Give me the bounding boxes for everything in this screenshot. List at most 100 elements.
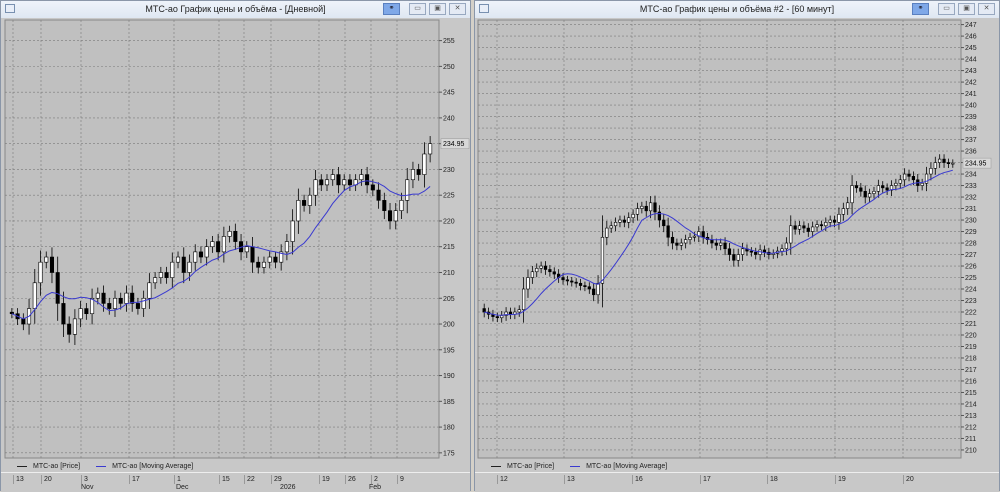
- y-tick-label: 245: [443, 90, 455, 97]
- last-price-label: 234.95: [965, 161, 987, 168]
- legend: МТС-ао [Price] МТС-ао [Moving Average]: [1, 461, 470, 473]
- candle: [622, 219, 626, 223]
- candle: [72, 318, 77, 335]
- candle: [210, 241, 215, 248]
- price-chart[interactable]: 2472462452442432422412402392382372362352…: [475, 18, 999, 461]
- minimize-button[interactable]: ▭: [938, 3, 955, 15]
- candle: [631, 213, 635, 219]
- title-bar[interactable]: МТС-ао График цены и объёма - [Дневной] …: [1, 1, 470, 18]
- maximize-button[interactable]: ▣: [429, 3, 446, 15]
- y-tick-label: 221: [965, 321, 977, 328]
- candle: [307, 194, 312, 206]
- candle: [951, 162, 955, 165]
- candle: [832, 219, 837, 223]
- candle: [284, 241, 289, 253]
- candle: [9, 311, 14, 315]
- candle: [244, 246, 249, 253]
- candle: [837, 213, 841, 223]
- candle: [118, 297, 123, 304]
- date-tick: 15: [219, 475, 230, 484]
- date-tick: 12: [497, 475, 508, 484]
- candle: [824, 222, 828, 227]
- candle: [903, 173, 907, 181]
- candle: [135, 303, 140, 309]
- candle: [789, 225, 793, 244]
- y-tick-label: 229: [965, 229, 977, 236]
- candle: [107, 303, 112, 309]
- legend-moving-average: МТС-ао [Moving Average]: [570, 463, 667, 470]
- candle: [802, 225, 806, 229]
- candle: [587, 286, 591, 290]
- candle: [227, 230, 232, 237]
- last-price-label: 234.95: [443, 141, 465, 148]
- candle: [684, 239, 688, 244]
- candle: [570, 280, 574, 283]
- y-tick-label: 237: [965, 137, 977, 144]
- candle: [526, 277, 530, 290]
- y-tick-label: 219: [965, 344, 977, 351]
- candle: [535, 268, 539, 273]
- candle: [736, 254, 740, 261]
- date-tick: 19: [835, 475, 846, 484]
- candle: [688, 236, 692, 240]
- candle: [784, 242, 788, 250]
- candle: [176, 256, 181, 263]
- date-tick: 2: [371, 475, 378, 484]
- window-icon: [479, 4, 489, 13]
- candle: [872, 190, 876, 194]
- candle: [256, 261, 261, 268]
- y-tick-label: 212: [965, 424, 977, 431]
- y-tick-label: 245: [965, 45, 977, 52]
- price-chart[interactable]: 2552502452402352302252202152102052001951…: [1, 18, 470, 461]
- y-tick-label: 217: [965, 367, 977, 374]
- link-button[interactable]: ⚭: [383, 3, 400, 15]
- y-tick-label: 220: [443, 218, 455, 225]
- close-button[interactable]: ✕: [978, 3, 995, 15]
- candle: [410, 169, 415, 181]
- y-tick-label: 180: [443, 425, 455, 432]
- candle: [95, 292, 100, 299]
- y-tick-label: 215: [965, 390, 977, 397]
- candle: [273, 256, 278, 263]
- candle: [32, 282, 37, 309]
- minimize-button[interactable]: ▭: [409, 3, 426, 15]
- y-tick-label: 230: [443, 167, 455, 174]
- candle: [508, 311, 513, 315]
- candle: [49, 256, 54, 273]
- candle: [714, 242, 718, 246]
- maximize-button[interactable]: ▣: [958, 3, 975, 15]
- candle: [198, 251, 203, 258]
- candle: [187, 261, 192, 273]
- candle: [662, 219, 666, 227]
- candle: [841, 208, 845, 215]
- y-tick-label: 210: [965, 447, 977, 454]
- y-tick-label: 210: [443, 270, 455, 277]
- title-bar[interactable]: МТС-ао График цены и объёма #2 - [60 мин…: [475, 1, 999, 18]
- window-title: МТС-ао График цены и объёма #2 - [60 мин…: [639, 4, 835, 14]
- y-tick-label: 224: [965, 287, 977, 294]
- candle: [692, 235, 697, 238]
- y-tick-label: 226: [965, 264, 977, 271]
- candle: [863, 190, 867, 198]
- candle: [811, 226, 815, 232]
- candle: [78, 308, 83, 320]
- candle: [666, 225, 670, 238]
- candle: [164, 272, 169, 278]
- date-tick: 9: [397, 475, 404, 484]
- candle: [530, 271, 534, 278]
- y-tick-label: 246: [965, 34, 977, 41]
- candle: [605, 227, 609, 238]
- close-button[interactable]: ✕: [449, 3, 466, 15]
- candle: [539, 265, 543, 269]
- candle: [336, 174, 341, 186]
- y-tick-label: 250: [443, 64, 455, 71]
- candle: [233, 230, 238, 242]
- y-tick-label: 190: [443, 373, 455, 380]
- y-tick-label: 227: [965, 252, 977, 259]
- daily-chart-window: МТС-ао График цены и объёма - [Дневной] …: [0, 0, 471, 492]
- candle: [649, 202, 653, 212]
- link-button[interactable]: ⚭: [912, 3, 929, 15]
- y-tick-label: 244: [965, 57, 977, 64]
- y-tick-label: 214: [965, 401, 977, 408]
- date-tick: 17: [129, 475, 140, 484]
